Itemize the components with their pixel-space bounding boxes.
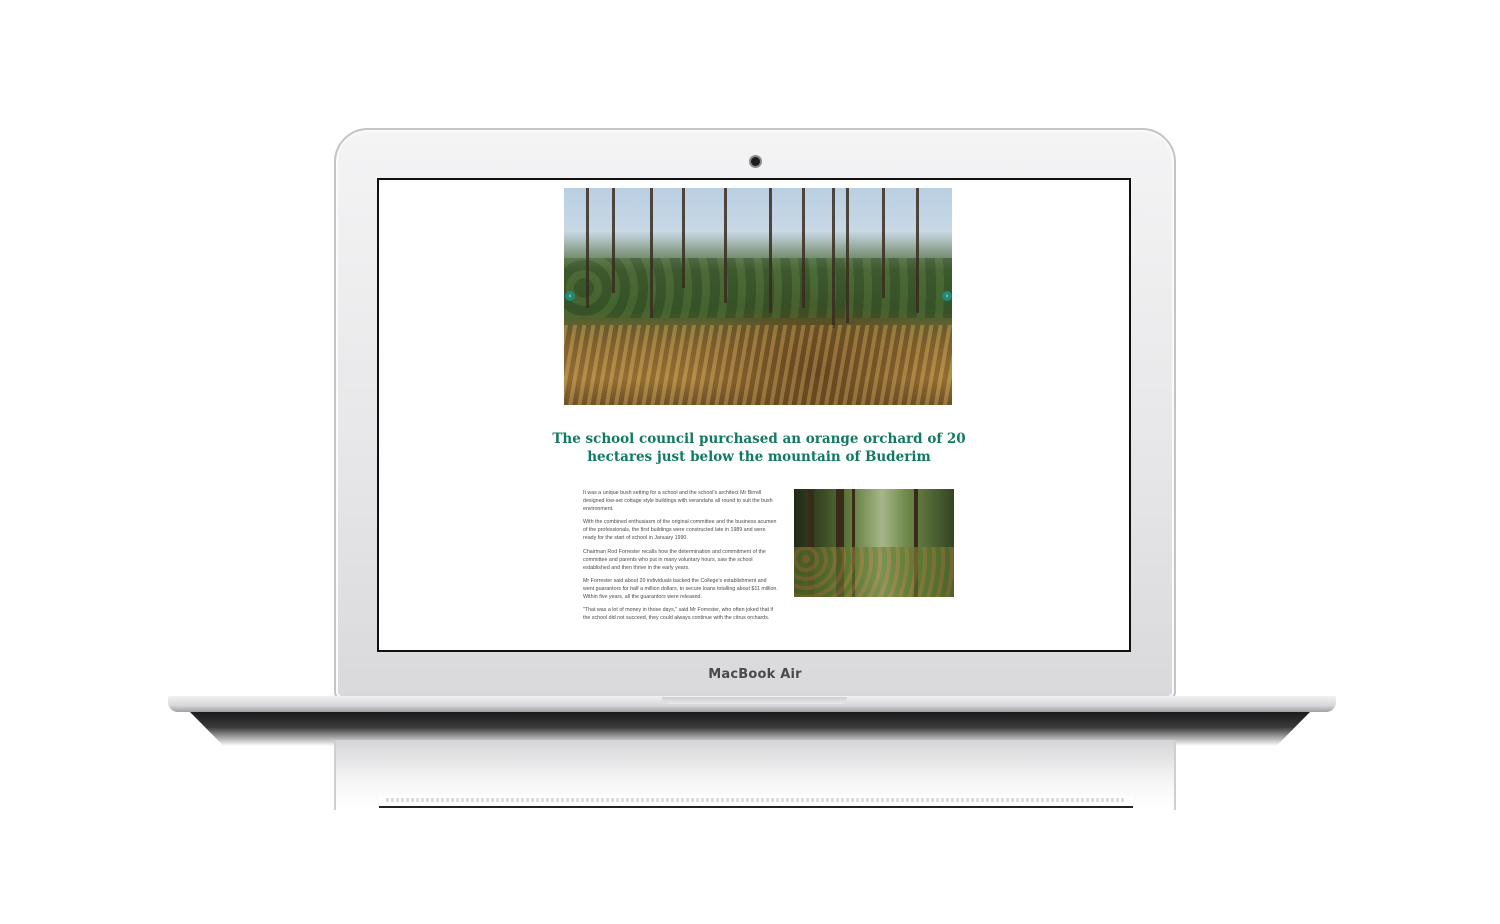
hero-tree-trunk	[846, 188, 849, 323]
hero-tree-trunk	[882, 188, 885, 298]
hero-tree-trunk	[586, 188, 589, 308]
side-photo	[794, 489, 954, 597]
article-paragraph: It was a unique bush setting for a schoo…	[583, 490, 773, 513]
hero-canopy	[564, 258, 952, 318]
hero-image	[564, 188, 952, 405]
hero-tree-trunk	[650, 188, 653, 318]
laptop-screen: ‹ › The school council purchased an oran…	[377, 178, 1131, 652]
section-headline: The school council purchased an orange o…	[552, 431, 966, 465]
article-paragraph: Chairman Rod Forrester recalls how the d…	[583, 548, 766, 571]
hero-tree-trunk	[769, 188, 772, 313]
laptop-brand-label: MacBook Air	[708, 667, 802, 682]
reflection-text-lines	[386, 798, 1124, 802]
hero-tree-trunk	[916, 188, 919, 313]
laptop-reflection	[334, 740, 1176, 810]
webcam	[751, 157, 760, 166]
carousel-prev-arrow[interactable]: ‹	[565, 291, 575, 301]
hero-tree-trunk	[832, 188, 835, 328]
article-paragraph: "That was a lot of money in those days,"…	[583, 607, 774, 622]
side-photo-foliage	[794, 547, 954, 597]
article-paragraph: With the combined enthusiasm of the orig…	[583, 519, 777, 542]
hero-ground	[564, 325, 952, 405]
laptop-opening-notch	[662, 697, 847, 704]
hero-tree-trunk	[802, 188, 805, 308]
carousel-next-arrow[interactable]: ›	[942, 291, 952, 301]
hero-tree-trunk	[612, 188, 615, 293]
hero-tree-trunk	[682, 188, 685, 288]
article-paragraph: Mr Forrester said about 20 individuals b…	[583, 577, 778, 601]
hero-tree-trunk	[724, 188, 727, 303]
article-body: It was a unique bush setting for a schoo…	[583, 489, 779, 627]
